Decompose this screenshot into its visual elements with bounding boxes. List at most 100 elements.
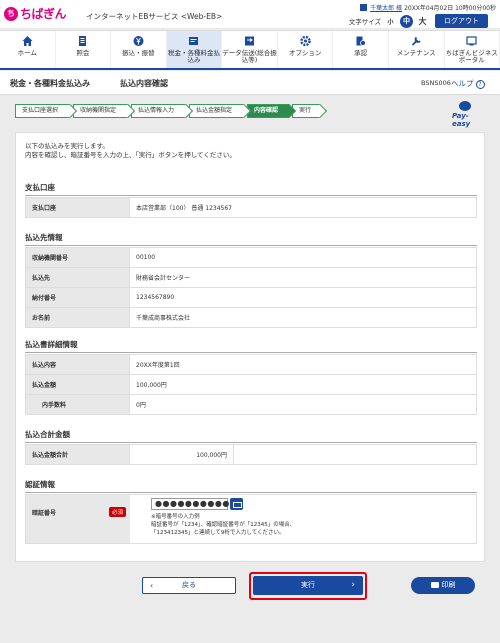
login-datetime: 20XX年04月02日 10時00分00秒 (404, 5, 496, 12)
yen-circle-icon (133, 36, 144, 46)
nav-data-transfer[interactable]: データ伝送(総合振込等) (222, 31, 278, 68)
row-label: 払込先 (25, 267, 130, 288)
required-badge: 必須 (108, 507, 126, 517)
table-row: 納付番号 1234567890 (25, 287, 477, 308)
help-link[interactable]: ヘルプ? (451, 78, 485, 89)
main-card: 以下の払込みを実行します。 内容を確認し、暗証番号を入力の上、「実行」ボタンを押… (15, 132, 485, 562)
wrench-icon (411, 36, 421, 46)
password-note: ※暗号番号の入力例 暗証番号が「1234」、確認暗証番号が「12345」の場合、… (151, 513, 295, 537)
section-title-auth: 認証情報 (25, 480, 55, 489)
payeasy-mark-icon (459, 101, 471, 111)
execute-button[interactable]: 実行 › (253, 576, 363, 595)
header: ち ちばぎん インターネットEBサービス <Web-EB> 千葉太郎 様 20X… (0, 0, 500, 28)
step-execute: 実行 (292, 104, 320, 118)
intro-line-2: 内容を確認し、暗証番号を入力の上、「実行」ボタンを押してください。 (25, 151, 236, 159)
nav-label: オプション (288, 49, 322, 57)
total-table: 払込金額合計 100,000円 (25, 444, 477, 465)
row-value: 本店営業部（100） 普通 1234567 (129, 197, 477, 218)
print-button[interactable]: 印刷 (411, 577, 475, 594)
row-value: 0円 (129, 394, 477, 415)
account-table: 支払口座 本店営業部（100） 普通 1234567 (25, 197, 477, 218)
nav-transfer[interactable]: 振込・振替 (111, 31, 167, 68)
note-line-1: ※暗号番号の入力例 (151, 514, 200, 520)
user-name-link[interactable]: 千葉太郎 様 (370, 3, 402, 12)
table-row: 払込金額合計 100,000円 (25, 444, 477, 465)
nav-inquiry[interactable]: 照会 (56, 31, 112, 68)
service-name: インターネットEBサービス <Web-EB> (86, 12, 223, 21)
nav-label: メンテナンス (396, 49, 436, 57)
table-row: 支払口座 本店営業部（100） 普通 1234567 (25, 197, 477, 218)
nav-label: データ伝送(総合振込等) (222, 49, 277, 64)
table-row: 払込先 財務省会計センター (25, 267, 477, 288)
document-icon (79, 36, 87, 46)
row-spacer (233, 444, 477, 465)
row-value: 千葉成商事株式会社 (129, 307, 477, 328)
chevron-right-icon: › (351, 580, 355, 590)
nav-option[interactable]: オプション (278, 31, 334, 68)
section-title-total: 払込合計金額 (25, 430, 70, 439)
row-label: 払込金額 (25, 374, 130, 395)
back-button[interactable]: ‹ 戻る (142, 577, 236, 594)
intro-text: 以下の払込みを実行します。 内容を確認し、暗証番号を入力の上、「実行」ボタンを押… (25, 142, 236, 160)
global-nav: ホーム 照会 振込・振替 税金・各種料金払込み データ伝送(総合振込等) オプシ… (0, 30, 500, 70)
auth-label-cell: 暗証番号 必須 (26, 495, 130, 543)
row-value: 1234567890 (129, 287, 477, 308)
back-button-label: 戻る (182, 581, 196, 589)
section-divider (25, 492, 477, 493)
row-value: 20XX年度第1回 (129, 354, 477, 375)
row-label: 収納機関番号 (25, 247, 130, 268)
text-size-small-button[interactable]: 小 (384, 15, 397, 28)
text-size-large-button[interactable]: 大 (416, 15, 429, 28)
total-amount: 100,000円 (129, 444, 234, 465)
text-size-mid-button[interactable]: 中 (400, 14, 413, 28)
data-transfer-icon (245, 36, 255, 46)
payee-table: 収納機関番号 00100 払込先 財務省会計センター 納付番号 1234567890 … (25, 247, 477, 328)
payeasy-text: Pay-easy (452, 112, 471, 128)
row-label: お名前 (25, 307, 130, 328)
screen-code: BSNS006 (421, 79, 451, 87)
table-row: 内手数料 0円 (25, 394, 477, 415)
row-value: 00100 (129, 247, 477, 268)
text-size-control: 文字サイズ 小 中 大 ログアウト (349, 14, 488, 28)
software-keyboard-icon[interactable] (230, 498, 243, 510)
execute-button-label: 実行 (301, 581, 315, 589)
nav-label: ホーム (17, 49, 37, 57)
step-info-input: 払込情報入力 (131, 104, 186, 118)
nav-business-portal[interactable]: ちばぎんビジネスポータル (445, 31, 500, 68)
note-line-3: 「123412345」と連続して9桁で入力してください。 (151, 530, 285, 536)
password-input[interactable]: ●●●●●●●●●● (151, 498, 229, 510)
row-label: 納付番号 (25, 287, 130, 308)
step-confirm: 内容確認 (247, 104, 289, 118)
nav-label: 税金・各種料金払込み (167, 49, 220, 64)
chibagin-logo[interactable]: ち ちばぎん (4, 5, 67, 22)
section-divider (25, 245, 477, 246)
table-row: お名前 千葉成商事株式会社 (25, 307, 477, 328)
logout-button[interactable]: ログアウト (435, 14, 488, 28)
nav-maintenance[interactable]: メンテナンス (389, 31, 445, 68)
printer-icon (430, 582, 439, 588)
row-label: 内手数料 (25, 394, 130, 415)
logo-mark-icon: ち (4, 6, 18, 21)
nav-label: 振込・振替 (122, 49, 155, 57)
table-row: 払込金額 100,000円 (25, 374, 477, 395)
nav-approval[interactable]: 承認 (333, 31, 389, 68)
step-amount: 払込金額指定 (189, 104, 244, 118)
note-line-2: 暗証番号が「1234」、確認暗証番号が「12345」の場合、 (151, 522, 296, 528)
user-area: 千葉太郎 様 20XX年04月02日 10時00分00秒 (360, 3, 496, 12)
password-label: 暗証番号 (32, 510, 57, 517)
step-agency-select: 収納機関指定 (73, 104, 128, 118)
payeasy-logo: Pay-easy (449, 99, 485, 128)
row-value: 100,000円 (129, 374, 477, 395)
table-row: 払込内容 20XX年度第1回 (25, 354, 477, 375)
nav-label: 承認 (354, 49, 368, 57)
payment-slip-icon (189, 37, 199, 45)
user-icon (360, 4, 368, 11)
auth-row: 暗証番号 必須 ●●●●●●●●●● ※暗号番号の入力例 暗証番号が「1234」… (25, 494, 477, 544)
nav-home[interactable]: ホーム (0, 31, 56, 68)
intro-line-1: 以下の払込みを実行します。 (25, 142, 109, 150)
section-divider (25, 195, 477, 196)
section-title-detail: 払込書詳細情報 (25, 340, 78, 349)
page-title: 税金・各種料金払込み (10, 79, 90, 88)
page-title-bar: 税金・各種料金払込み 払込内容確認 BSNS006 ヘルプ? (0, 71, 500, 95)
nav-tax-payment[interactable]: 税金・各種料金払込み (166, 31, 223, 68)
